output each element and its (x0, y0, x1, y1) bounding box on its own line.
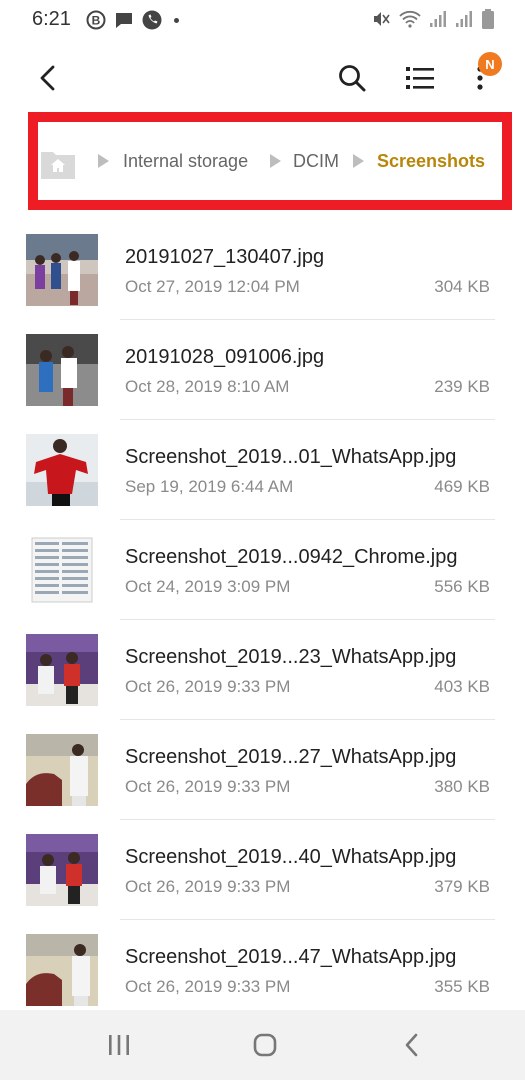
file-size: 355 KB (434, 977, 490, 996)
image-thumbnail (26, 734, 98, 806)
chevron-right-icon (270, 154, 281, 168)
back-icon (405, 1033, 418, 1057)
list-view-button[interactable] (398, 56, 442, 100)
home-icon (253, 1033, 277, 1057)
image-thumbnail (26, 334, 98, 406)
file-size: 304 KB (434, 277, 490, 296)
signal-icon (456, 11, 472, 27)
image-thumbnail (26, 434, 98, 506)
navigation-bar (0, 1010, 525, 1080)
svg-text:B: B (92, 14, 101, 28)
file-row[interactable]: Screenshot_2019...23_WhatsApp.jpg Oct 26… (0, 620, 525, 720)
wifi-icon (399, 10, 421, 28)
file-date: Oct 26, 2019 9:33 PM (125, 877, 291, 896)
file-name: Screenshot_2019...0942_Chrome.jpg (125, 546, 458, 568)
file-name: 20191028_091006.jpg (125, 346, 325, 368)
phone-icon (142, 10, 162, 30)
system-icons (371, 8, 495, 30)
more-notifications-icon (174, 17, 179, 23)
chevron-right-icon (98, 154, 109, 168)
file-date: Oct 26, 2019 9:33 PM (125, 677, 291, 696)
image-thumbnail (26, 934, 98, 1006)
chevron-right-icon (353, 154, 364, 168)
file-row[interactable]: Screenshot_2019...01_WhatsApp.jpg Sep 19… (0, 420, 525, 520)
file-name: Screenshot_2019...01_WhatsApp.jpg (125, 446, 457, 468)
home-folder-icon[interactable] (40, 146, 76, 180)
file-date: Oct 26, 2019 9:33 PM (125, 777, 291, 796)
search-icon (339, 65, 366, 92)
file-date: Oct 28, 2019 8:10 AM (125, 377, 290, 396)
home-button[interactable] (235, 1022, 295, 1068)
file-row[interactable]: Screenshot_2019...40_WhatsApp.jpg Oct 26… (0, 820, 525, 920)
breadcrumb-highlight: Internal storage DCIM Screenshots (28, 112, 512, 210)
image-thumbnail (26, 834, 98, 906)
file-name: Screenshot_2019...23_WhatsApp.jpg (125, 646, 457, 668)
image-thumbnail (26, 234, 98, 306)
image-thumbnail (26, 634, 98, 706)
file-name: 20191027_130407.jpg (125, 246, 325, 268)
file-date: Oct 27, 2019 12:04 PM (125, 277, 300, 296)
file-size: 379 KB (434, 877, 490, 896)
recents-icon (109, 1035, 129, 1055)
list-view-icon (406, 67, 434, 89)
file-row[interactable]: Screenshot_2019...0942_Chrome.jpg Oct 24… (0, 520, 525, 620)
file-date: Sep 19, 2019 6:44 AM (125, 477, 294, 496)
notification-icons: B (86, 10, 179, 30)
notification-badge: N (478, 52, 502, 76)
back-button[interactable] (28, 58, 68, 98)
mute-icon (374, 12, 390, 26)
file-size: 380 KB (434, 777, 490, 796)
breadcrumb-internal-storage[interactable]: Internal storage (123, 122, 248, 200)
file-row[interactable]: Screenshot_2019...27_WhatsApp.jpg Oct 26… (0, 720, 525, 820)
app-bar (0, 48, 525, 108)
file-size: 239 KB (434, 377, 490, 396)
nav-back-button[interactable] (382, 1022, 442, 1068)
recents-button[interactable] (89, 1022, 149, 1068)
file-row[interactable]: 20191028_091006.jpg Oct 28, 2019 8:10 AM… (0, 320, 525, 420)
status-bar: 6:21 B (0, 0, 525, 40)
arrow-back-icon (40, 65, 55, 91)
status-time: 6:21 (32, 8, 71, 30)
breadcrumb-screenshots[interactable]: Screenshots (377, 122, 485, 200)
file-row[interactable]: Screenshot_2019...47_WhatsApp.jpg Oct 26… (0, 920, 525, 1020)
battery-icon (482, 9, 494, 29)
file-date: Oct 24, 2019 3:09 PM (125, 577, 291, 596)
file-name: Screenshot_2019...40_WhatsApp.jpg (125, 846, 457, 868)
breadcrumb: Internal storage DCIM Screenshots (38, 122, 502, 200)
search-button[interactable] (330, 56, 374, 100)
file-size: 556 KB (434, 577, 490, 596)
file-name: Screenshot_2019...27_WhatsApp.jpg (125, 746, 457, 768)
message-icon (116, 13, 132, 28)
file-date: Oct 26, 2019 9:33 PM (125, 977, 291, 996)
image-thumbnail (26, 534, 98, 606)
file-size: 403 KB (434, 677, 490, 696)
b-circle-icon: B (86, 10, 106, 30)
signal-icon (430, 11, 446, 27)
file-row[interactable]: 20191027_130407.jpg Oct 27, 2019 12:04 P… (0, 220, 525, 320)
breadcrumb-dcim[interactable]: DCIM (293, 122, 339, 200)
file-name: Screenshot_2019...47_WhatsApp.jpg (125, 946, 457, 968)
file-size: 469 KB (434, 477, 490, 496)
